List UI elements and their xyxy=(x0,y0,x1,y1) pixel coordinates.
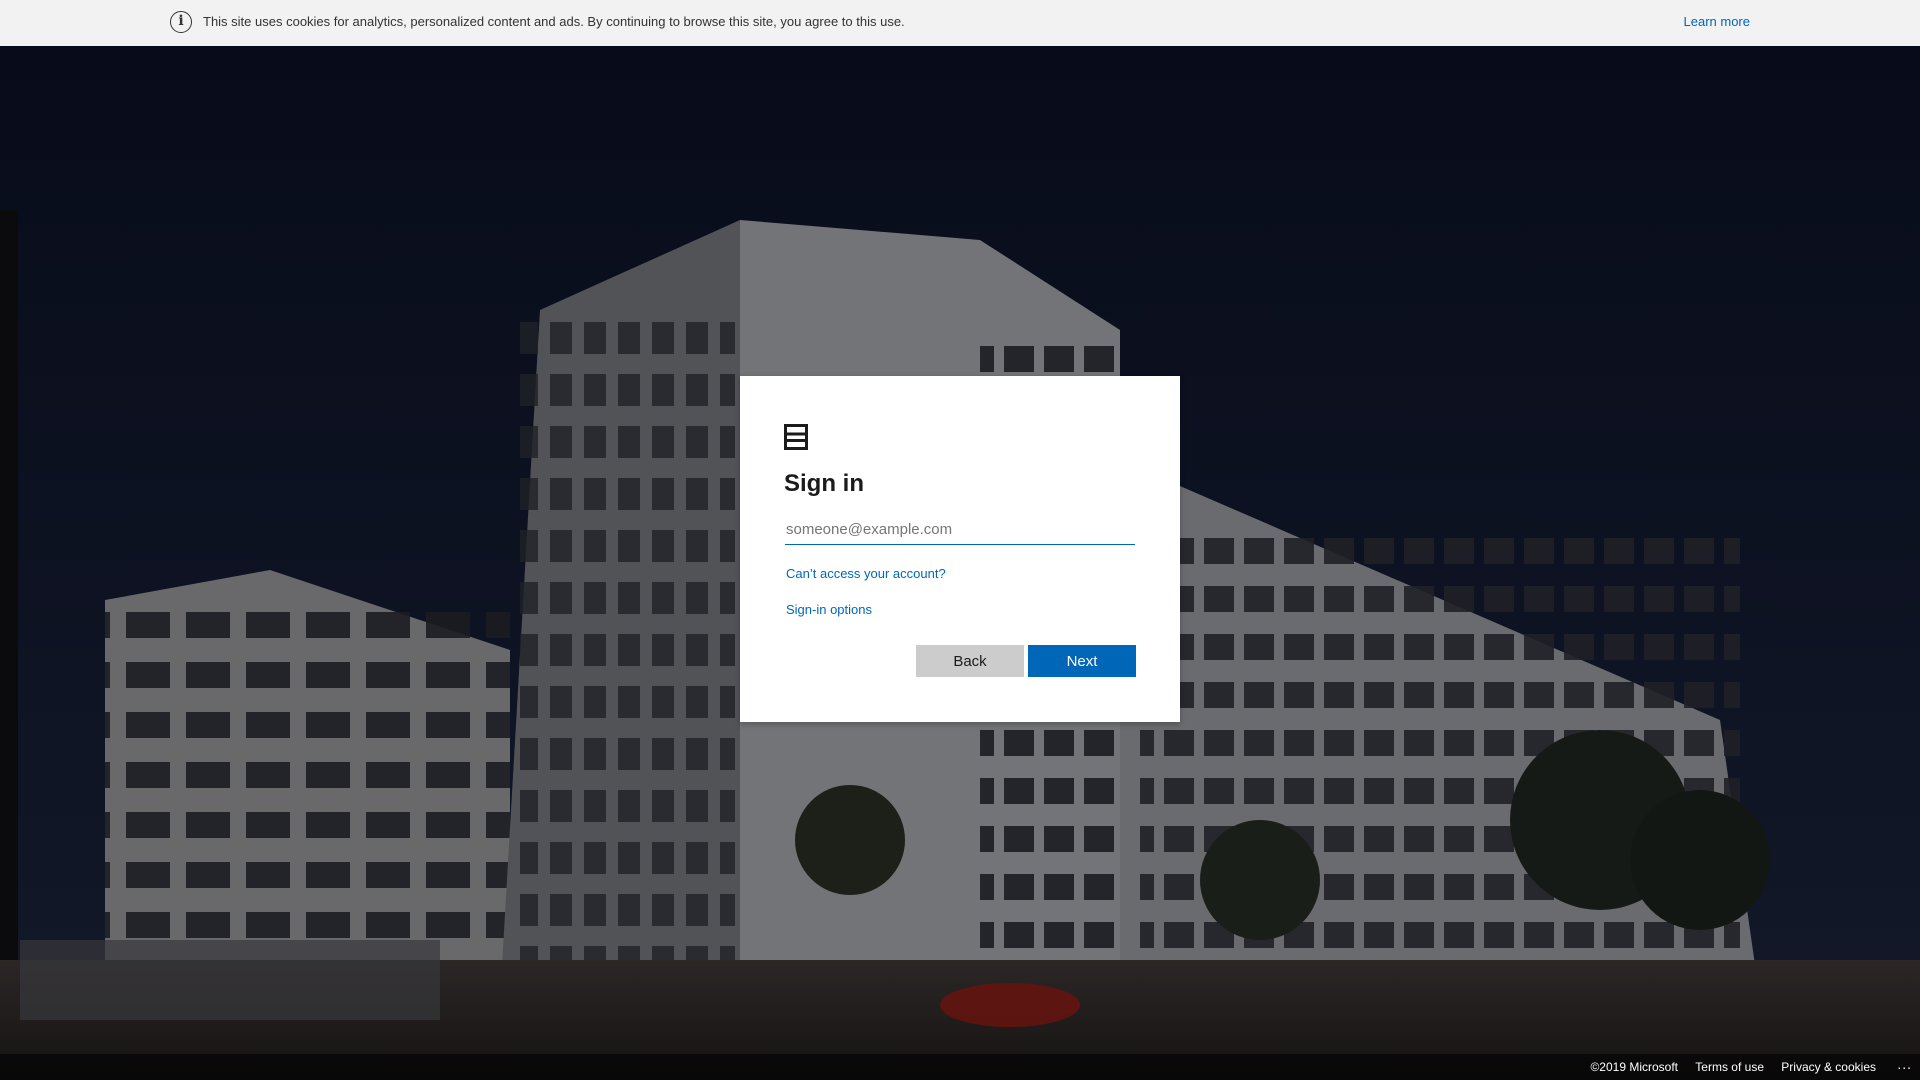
next-button[interactable]: Next xyxy=(1028,645,1136,677)
learn-more-link[interactable]: Learn more xyxy=(1684,14,1750,29)
copyright-text: ©2019 Microsoft xyxy=(1590,1060,1678,1074)
sign-in-options-link[interactable]: Sign-in options xyxy=(786,602,872,617)
footer: ©2019 Microsoft Terms of use Privacy & c… xyxy=(0,1054,1920,1080)
info-icon: i xyxy=(170,11,192,33)
cookie-banner: i This site uses cookies for analytics, … xyxy=(0,0,1920,46)
privacy-cookies-link[interactable]: Privacy & cookies xyxy=(1781,1060,1876,1074)
more-options-button[interactable]: ... xyxy=(1897,1056,1912,1072)
sign-in-card: Sign in Can’t access your account? Sign-… xyxy=(740,376,1180,722)
organization-logo-icon xyxy=(784,424,808,450)
cookie-message: This site uses cookies for analytics, pe… xyxy=(203,14,905,29)
back-button[interactable]: Back xyxy=(916,645,1024,677)
page-title: Sign in xyxy=(784,470,864,497)
cant-access-account-link[interactable]: Can’t access your account? xyxy=(786,566,946,581)
email-field[interactable] xyxy=(785,515,1135,545)
terms-of-use-link[interactable]: Terms of use xyxy=(1695,1060,1764,1074)
